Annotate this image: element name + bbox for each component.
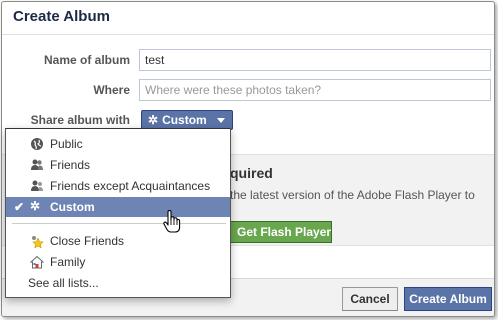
gear-icon: ✲ xyxy=(30,199,41,213)
dropdown-item-label: Close Friends xyxy=(50,234,125,248)
dropdown-item-close-friends[interactable]: Close Friends xyxy=(6,231,230,251)
dropdown-item-label: See all lists... xyxy=(28,276,99,290)
name-row: Name of album xyxy=(2,49,494,73)
album-name-input[interactable] xyxy=(139,49,491,71)
title-divider xyxy=(2,34,494,35)
cancel-button[interactable]: Cancel xyxy=(342,287,398,311)
dropdown-item-custom[interactable]: ✔ ✲ Custom xyxy=(6,197,230,217)
privacy-dropdown-menu: Public Friends Friends except Acquaintan… xyxy=(5,128,231,298)
share-label: Share album with xyxy=(30,113,130,127)
friends-icon xyxy=(31,159,43,170)
name-label: Name of album xyxy=(43,53,130,67)
dropdown-item-label: Custom xyxy=(50,200,95,214)
where-input[interactable] xyxy=(139,79,491,101)
dropdown-item-public[interactable]: Public xyxy=(6,134,230,154)
share-button-label: Custom xyxy=(162,113,207,127)
dropdown-divider xyxy=(12,223,226,224)
flash-title: quired xyxy=(230,165,273,181)
dropdown-item-friends-except-acquaintances[interactable]: Friends except Acquaintances xyxy=(6,176,230,196)
hand-pointer-cursor xyxy=(163,210,181,233)
where-label: Where xyxy=(93,83,130,97)
house-icon xyxy=(30,255,44,269)
star-icon xyxy=(32,236,44,248)
share-privacy-button[interactable]: ✲ Custom xyxy=(141,110,233,130)
dropdown-item-label: Family xyxy=(50,255,86,269)
create-album-button[interactable]: Create Album xyxy=(404,287,492,311)
dropdown-item-friends[interactable]: Friends xyxy=(6,155,230,175)
dropdown-item-label: Friends xyxy=(50,158,91,172)
gear-icon: ✲ xyxy=(148,113,159,127)
dropdown-item-see-all-lists[interactable]: See all lists... xyxy=(6,273,230,293)
globe-icon xyxy=(31,138,43,150)
friends-except-icon xyxy=(31,180,43,191)
chevron-down-icon xyxy=(216,117,225,123)
checkmark-icon: ✔ xyxy=(14,200,25,214)
where-row: Where xyxy=(2,79,494,103)
dropdown-item-label: Friends except Acquaintances xyxy=(50,179,211,193)
dropdown-item-family[interactable]: Family xyxy=(6,252,230,272)
get-flash-player-button[interactable]: Get Flash Player xyxy=(230,221,332,243)
dialog-title: Create Album xyxy=(13,8,110,25)
dropdown-item-label: Public xyxy=(50,137,83,151)
flash-message: the latest version of the Adobe Flash Pl… xyxy=(230,188,475,202)
